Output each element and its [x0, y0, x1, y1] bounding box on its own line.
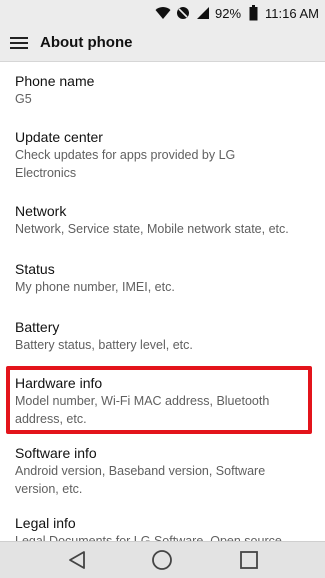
- status-icons: 92% 11:16 AM: [155, 3, 319, 23]
- list-item-phone-name[interactable]: Phone name G5: [15, 72, 313, 108]
- item-subtitle-line: Model number, Wi-Fi MAC address, Bluetoo…: [15, 394, 270, 408]
- list-item-update-center[interactable]: Update center Check updates for apps pro…: [15, 128, 313, 182]
- list-item-legal-info[interactable]: Legal info Legal Documents for LG Softwa…: [15, 514, 313, 541]
- app-bar: About phone: [0, 26, 325, 62]
- list-item-network[interactable]: Network Network, Service state, Mobile n…: [15, 202, 313, 238]
- list-item-battery[interactable]: Battery Battery status, battery level, e…: [15, 318, 313, 354]
- mute-icon: [175, 5, 191, 21]
- item-subtitle-line: Electronics: [15, 166, 77, 180]
- battery-percent: 92%: [215, 5, 242, 21]
- item-subtitle-line: version, etc.: [15, 482, 83, 496]
- item-subtitle: My phone number, IMEI, etc.: [15, 280, 175, 294]
- list-item-status[interactable]: Status My phone number, IMEI, etc.: [15, 260, 313, 296]
- list-item-software-info[interactable]: Software info Android version, Baseband …: [15, 444, 313, 498]
- status-time: 11:16 AM: [265, 5, 319, 21]
- signal-icon: [195, 5, 211, 21]
- list-item-hardware-info[interactable]: Hardware info Model number, Wi-Fi MAC ad…: [15, 374, 313, 428]
- item-title: Battery: [15, 319, 60, 335]
- hamburger-menu-icon[interactable]: [8, 32, 30, 54]
- item-title: Phone name: [15, 73, 95, 89]
- item-title: Update center: [15, 129, 103, 145]
- settings-list[interactable]: Phone name G5 Update center Check update…: [0, 62, 325, 541]
- item-title: Status: [15, 261, 55, 277]
- page-title: About phone: [40, 34, 133, 51]
- status-bar: 92% 11:16 AM: [0, 0, 325, 26]
- battery-icon: [245, 5, 261, 21]
- item-subtitle-line: Check updates for apps provided by LG: [15, 148, 236, 162]
- recents-square-icon[interactable]: [237, 548, 261, 572]
- item-title: Legal info: [15, 515, 76, 531]
- item-subtitle: Network, Service state, Mobile network s…: [15, 222, 289, 236]
- back-triangle-icon[interactable]: [65, 548, 89, 572]
- navigation-bar: [0, 541, 325, 578]
- item-subtitle: G5: [15, 92, 32, 106]
- item-title: Software info: [15, 445, 97, 461]
- home-circle-icon[interactable]: [150, 548, 174, 572]
- wifi-icon: [155, 5, 171, 21]
- item-subtitle: Legal Documents for LG Software, Open so…: [15, 534, 282, 541]
- item-subtitle-line: address, etc.: [15, 412, 87, 426]
- item-subtitle: Battery status, battery level, etc.: [15, 338, 193, 352]
- item-title: Hardware info: [15, 375, 103, 391]
- item-title: Network: [15, 203, 67, 219]
- item-subtitle-line: Android version, Baseband version, Softw…: [15, 464, 266, 478]
